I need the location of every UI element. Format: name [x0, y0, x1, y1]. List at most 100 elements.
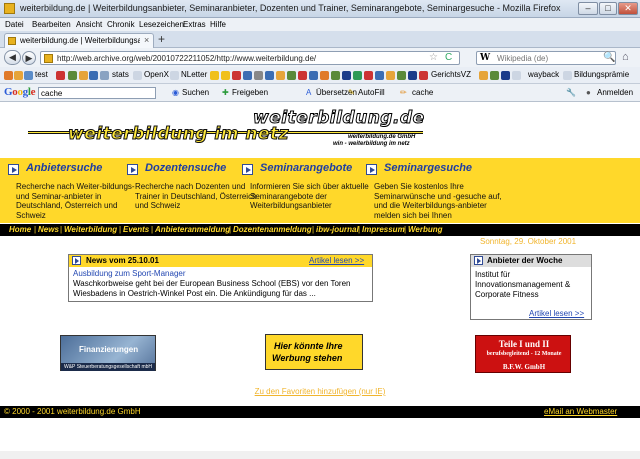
close-window-button[interactable]: ✕	[618, 2, 638, 15]
bookmark-icon[interactable]	[320, 71, 329, 80]
translate-icon[interactable]: A	[306, 88, 311, 97]
bookmark-icon[interactable]	[254, 71, 263, 80]
menu-lesezeichen[interactable]: Lesezeichen	[139, 20, 184, 29]
google-cache-term[interactable]: cache	[412, 88, 433, 97]
bookmark-icon[interactable]	[501, 71, 510, 80]
highlight-icon[interactable]: ✏	[400, 88, 407, 97]
bookmark-icon[interactable]	[243, 71, 252, 80]
maximize-button[interactable]: □	[599, 2, 617, 15]
ad-banner-werbung[interactable]: Hier könnte Ihre Werbung stehen	[265, 334, 363, 370]
wikipedia-icon[interactable]: W	[480, 53, 490, 63]
menu-ansicht[interactable]: Ansicht	[76, 20, 102, 29]
bookmark-icon[interactable]	[342, 71, 351, 80]
google-autofill-button[interactable]: AutoFill	[358, 88, 385, 97]
section-title-link[interactable]: Anbietersuche	[26, 162, 102, 174]
user-icon[interactable]: ●	[586, 88, 591, 97]
bookmark-icon[interactable]	[100, 71, 109, 80]
bookmark-icon[interactable]	[265, 71, 274, 80]
url-text[interactable]: http://web.archive.org/web/2001072221105…	[57, 54, 316, 63]
bookmark-icon[interactable]	[133, 71, 142, 80]
google-search-input[interactable]	[38, 87, 156, 99]
bookmark-icon[interactable]	[386, 71, 395, 80]
bookmark-icon[interactable]	[14, 71, 23, 80]
url-bar[interactable]: http://web.archive.org/web/2001072221105…	[40, 51, 460, 65]
nav-impressum[interactable]: Impressum	[362, 225, 405, 234]
news-headline-link[interactable]: Ausbildung zum Sport-Manager	[73, 269, 186, 278]
bookmark-nletter[interactable]: NLetter	[181, 70, 207, 79]
section-title-link[interactable]: Dozentensuche	[145, 162, 226, 174]
bookmark-icon[interactable]	[89, 71, 98, 80]
bookmark-icon[interactable]	[331, 71, 340, 80]
bookmark-stats[interactable]: stats	[112, 70, 129, 79]
provider-read-more-link[interactable]: Artikel lesen >>	[529, 309, 584, 318]
ad-banner-bfw[interactable]: Teile I und II berufsbegleitend - 12 Mon…	[475, 335, 571, 373]
section-title-link[interactable]: Seminarangebote	[260, 162, 352, 174]
forward-button[interactable]: ▶	[22, 51, 36, 65]
section-title-link[interactable]: Seminargesuche	[384, 162, 472, 174]
bookmark-icon[interactable]	[563, 71, 572, 80]
nav-events[interactable]: Events	[123, 225, 149, 234]
minimize-button[interactable]: –	[578, 2, 598, 15]
close-tab-icon[interactable]: ×	[144, 35, 149, 45]
bookmark-icon[interactable]	[232, 71, 241, 80]
arrow-right-icon[interactable]	[242, 164, 253, 175]
wrench-icon[interactable]: 🔧	[566, 88, 576, 97]
google-suchen-button[interactable]: Suchen	[182, 88, 209, 97]
search-icon[interactable]: 🔍	[603, 52, 615, 63]
back-button[interactable]: ◀	[4, 50, 21, 65]
news-read-more-link[interactable]: Artikel lesen >>	[309, 256, 364, 265]
google-freigeben-button[interactable]: Freigeben	[232, 88, 268, 97]
bookmark-icon[interactable]	[210, 71, 219, 80]
bookmark-icon[interactable]	[276, 71, 285, 80]
search-input[interactable]	[497, 54, 597, 63]
bookmark-wayback[interactable]: wayback	[528, 70, 559, 79]
bookmark-icon[interactable]	[298, 71, 307, 80]
bookmark-icon[interactable]	[56, 71, 65, 80]
webmaster-email-link[interactable]: eMail an Webmaster	[544, 407, 617, 416]
nav-home[interactable]: Home	[9, 225, 31, 234]
bookmark-openx[interactable]: OpenX	[144, 70, 169, 79]
add-to-favorites-link[interactable]: Zu den Favoriten hinzufügen (nur IE)	[0, 387, 640, 396]
bookmark-icon[interactable]	[24, 71, 33, 80]
menu-bearbeiten[interactable]: Bearbeiten	[32, 20, 71, 29]
bookmark-icon[interactable]	[170, 71, 179, 80]
bookmark-icon[interactable]	[364, 71, 373, 80]
arrow-right-icon[interactable]	[366, 164, 377, 175]
google-search-icon[interactable]: ◉	[172, 88, 179, 97]
bookmark-gerichtsvz[interactable]: GerichtsVZ	[431, 70, 471, 79]
arrow-right-icon[interactable]	[127, 164, 138, 175]
arrow-right-icon[interactable]	[8, 164, 19, 175]
bookmark-icon[interactable]	[353, 71, 362, 80]
reload-icon[interactable]: C	[445, 52, 452, 63]
bookmark-icon[interactable]	[79, 71, 88, 80]
google-logo[interactable]: Google	[4, 86, 36, 98]
bookmark-icon[interactable]	[221, 71, 230, 80]
nav-news[interactable]: News	[38, 225, 59, 234]
bookmark-icon[interactable]	[512, 71, 521, 80]
menu-datei[interactable]: Datei	[5, 20, 24, 29]
google-signin-button[interactable]: Anmelden	[597, 88, 633, 97]
share-icon[interactable]: ✚	[222, 88, 229, 97]
nav-ibw-journal[interactable]: ibw-journal	[316, 225, 359, 234]
bookmark-icon[interactable]	[287, 71, 296, 80]
bookmark-icon[interactable]	[68, 71, 77, 80]
nav-dozentenanmeldung[interactable]: Dozentenanmeldung	[233, 225, 312, 234]
bookmark-icon[interactable]	[490, 71, 499, 80]
tab-weiterbildung[interactable]: weiterbildung.de | Weiterbildungsanbiete…	[4, 33, 154, 48]
bookmark-bildungspraemie[interactable]: Bildungsprämie	[574, 70, 629, 79]
nav-werbung[interactable]: Werbung	[408, 225, 443, 234]
menu-hilfe[interactable]: Hilfe	[210, 20, 226, 29]
home-icon[interactable]: ⌂	[622, 51, 629, 63]
bookmark-icon[interactable]	[309, 71, 318, 80]
bookmark-icon[interactable]	[408, 71, 417, 80]
search-bar[interactable]: W 🔍	[476, 51, 616, 65]
nav-anbieteranmeldung[interactable]: Anbieteranmeldung	[155, 225, 230, 234]
bookmark-test[interactable]: test	[35, 70, 48, 79]
autofill-icon[interactable]: ✎	[348, 88, 355, 97]
bookmark-icon[interactable]	[375, 71, 384, 80]
menu-chronik[interactable]: Chronik	[107, 20, 135, 29]
bookmark-icon[interactable]	[397, 71, 406, 80]
bookmark-icon[interactable]	[4, 71, 13, 80]
nav-weiterbildung[interactable]: Weiterbildung	[64, 225, 117, 234]
bookmark-icon[interactable]	[419, 71, 428, 80]
